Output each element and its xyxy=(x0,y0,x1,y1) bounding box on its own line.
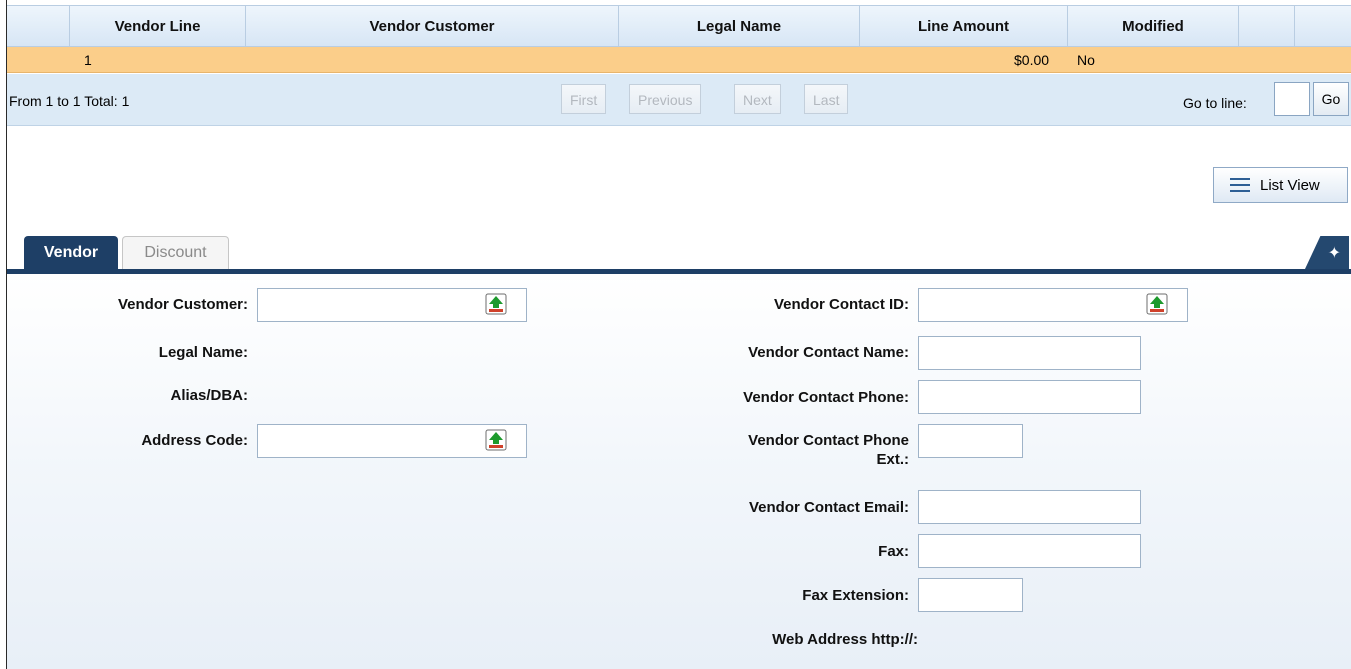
fax-extension-input[interactable] xyxy=(918,578,1023,612)
label-vendor-contact-id: Vendor Contact ID: xyxy=(773,296,909,313)
vendor-contact-phone-input[interactable] xyxy=(918,380,1141,414)
grid-header: Vendor Line Vendor Customer Legal Name L… xyxy=(7,5,1351,47)
lookup-icon[interactable] xyxy=(485,429,507,451)
list-icon xyxy=(1230,177,1250,193)
col-line-amount[interactable]: Line Amount xyxy=(860,6,1068,46)
cell-line-amount: $0.00 xyxy=(1014,51,1050,68)
fax-input[interactable] xyxy=(918,534,1141,568)
goto-label: Go to line: xyxy=(1183,95,1247,111)
list-view-label: List View xyxy=(1260,176,1320,194)
col-extra-2 xyxy=(1295,6,1351,46)
tab-discount[interactable]: Discount xyxy=(122,236,229,269)
label-vendor-contact-name: Vendor Contact Name: xyxy=(748,344,909,361)
label-fax: Fax: xyxy=(878,543,909,560)
previous-button[interactable]: Previous xyxy=(629,84,702,114)
vendor-contact-name-input[interactable] xyxy=(918,336,1141,370)
tab-bar: Vendor Discount xyxy=(7,229,1351,271)
label-vendor-contact-phone-ext-line1: Vendor Contact Phone xyxy=(748,432,909,449)
vendor-contact-email-input[interactable] xyxy=(918,490,1141,524)
grid-header-select xyxy=(7,6,70,46)
pager: From 1 to 1 Total: 1 First Previous Next… xyxy=(7,74,1351,126)
label-web-address: Web Address http://: xyxy=(772,631,918,648)
lookup-icon[interactable] xyxy=(1146,293,1168,315)
vendor-contact-phone-ext-input[interactable] xyxy=(918,424,1023,458)
goto-line-input[interactable] xyxy=(1274,82,1310,116)
label-vendor-customer: Vendor Customer: xyxy=(117,296,248,313)
label-vendor-contact-phone: Vendor Contact Phone: xyxy=(743,389,909,406)
label-alias-dba: Alias/DBA: xyxy=(170,387,248,404)
vendor-form xyxy=(7,274,1351,669)
col-modified[interactable]: Modified xyxy=(1068,6,1239,46)
label-legal-name: Legal Name: xyxy=(158,344,248,361)
table-row[interactable]: 1 $0.00 No xyxy=(7,47,1351,73)
col-legal-name[interactable]: Legal Name xyxy=(619,6,860,46)
list-view-button[interactable]: List View xyxy=(1213,167,1348,203)
col-extra-1 xyxy=(1239,6,1295,46)
pager-summary: From 1 to 1 Total: 1 xyxy=(9,93,130,109)
lookup-icon[interactable] xyxy=(485,293,507,315)
label-fax-extension: Fax Extension: xyxy=(802,587,909,604)
next-button[interactable]: Next xyxy=(734,84,781,114)
col-vendor-customer[interactable]: Vendor Customer xyxy=(246,6,619,46)
last-button[interactable]: Last xyxy=(804,84,849,114)
label-vendor-contact-phone-ext-line2: Ext.: xyxy=(876,451,909,468)
label-address-code: Address Code: xyxy=(141,432,248,449)
col-vendor-line[interactable]: Vendor Line xyxy=(70,6,246,46)
cell-modified: No xyxy=(1077,51,1095,68)
label-vendor-contact-email: Vendor Contact Email: xyxy=(748,499,909,516)
first-button[interactable]: First xyxy=(561,84,607,114)
cell-vendor-line: 1 xyxy=(84,51,92,68)
tab-vendor[interactable]: Vendor xyxy=(24,236,118,269)
go-button[interactable]: Go xyxy=(1313,82,1349,116)
